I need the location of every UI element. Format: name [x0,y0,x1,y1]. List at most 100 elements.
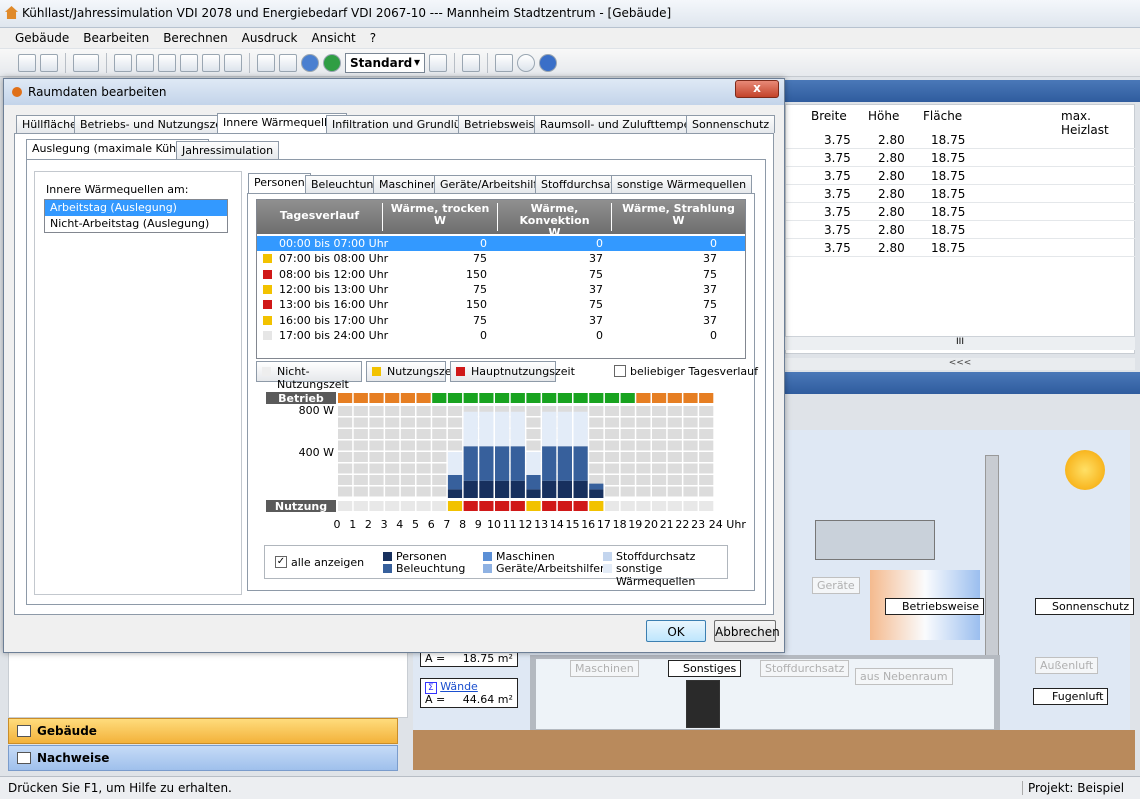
chip-sonstiges[interactable]: Sonstiges [668,660,742,677]
menu-berechnen[interactable]: Berechnen [156,28,234,48]
legend-swatch [483,552,492,561]
btn-nicht-nutzungszeit[interactable]: Nicht-Nutzungszeit [256,361,362,391]
grid-cell [652,486,667,497]
x-tick: 16 [581,518,595,531]
grid-cell [400,440,415,451]
schedule-row[interactable]: 12:00 bis 13:00 Uhr 75 37 37 [257,282,745,297]
ok-button[interactable]: OK [646,620,706,642]
copy-icon[interactable] [158,53,176,72]
page-icon[interactable] [136,53,154,72]
betrieb-cell [416,393,431,403]
day-type-list[interactable]: Arbeitstag (Auslegung) Nicht-Arbeitstag … [44,199,228,233]
nutzung-cell [699,501,714,511]
refresh-icon[interactable] [40,53,58,72]
grid-cell [416,417,431,428]
legend-label: Geräte/Arbeitshilfen [496,562,607,575]
table-cell: 2.80 [878,223,905,237]
grid-cell [432,406,447,416]
search-icon[interactable] [495,53,513,72]
globe-icon[interactable] [517,53,535,72]
table-cell: 2.80 [878,187,905,201]
btn-nutzungszeit[interactable]: Nutzungszeit [366,361,459,382]
chip-aussenluft[interactable]: Außenluft [1035,657,1099,674]
btn-hauptnutzungszeit[interactable]: Hauptnutzungszeit [450,361,575,382]
a-mode-icon[interactable] [301,53,319,72]
table-row[interactable]: 3.75 2.80 18.75 [786,221,1136,239]
schedule-row[interactable]: 00:00 bis 07:00 Uhr 0 0 0 [257,236,745,251]
menu-gebaeude[interactable]: Gebäude [8,28,76,48]
nav-nachweise[interactable]: Nachweise [8,745,398,771]
grid-cell [667,452,682,462]
schedule-row[interactable]: 16:00 bis 17:00 Uhr 75 37 37 [257,313,745,328]
betrieb-cell [557,393,572,403]
s-mode-icon[interactable] [323,53,341,72]
table-row[interactable]: 3.75 2.80 18.75 [786,239,1136,257]
schedule-row[interactable]: 13:00 bis 16:00 Uhr 150 75 75 [257,297,745,312]
grid-cell [432,429,447,439]
style-select[interactable]: Standard [345,52,425,73]
table-row[interactable]: 3.75 2.80 18.75 [786,203,1136,221]
table-row[interactable]: 3.75 2.80 18.75 [786,131,1136,149]
cancel-button[interactable]: Abbrechen [714,620,780,642]
chip-stoffdurchsatz[interactable]: Stoffdurchsatz [760,660,850,677]
walls-link[interactable]: Wände [440,680,478,693]
cell-konv: 37 [589,282,603,296]
chip-fugenluft[interactable]: Fugenluft [1033,688,1109,705]
list-item-arbeitstag[interactable]: Arbeitstag (Auslegung) [45,200,227,216]
table-cell: 2.80 [878,205,905,219]
print-icon[interactable] [462,53,480,72]
table-scrollbar[interactable]: III [785,336,1135,350]
bar-segment [479,480,494,498]
close-button[interactable]: x [735,80,779,98]
cell-strahl: 0 [710,328,717,342]
schedule-row[interactable]: 08:00 bis 12:00 Uhr 150 75 75 [257,267,745,282]
chip-betriebsweise[interactable]: Betriebsweise [885,598,985,615]
table-row[interactable]: 3.75 2.80 18.75 [786,167,1136,185]
chip-aus-nebenraum[interactable]: aus Nebenraum [855,668,953,685]
grid-cell [683,406,698,416]
betrieb-cell [589,393,604,403]
paste-icon[interactable] [180,53,198,72]
list-icon[interactable] [279,53,297,72]
table-row[interactable]: 3.75 2.80 18.75 [786,149,1136,167]
open-icon[interactable] [18,53,36,72]
chip-geraete[interactable]: Geräte [812,577,860,594]
menu-bearbeiten[interactable]: Bearbeiten [76,28,156,48]
schedule-row[interactable]: 07:00 bis 08:00 Uhr 75 37 37 [257,251,745,266]
edit-icon[interactable] [429,53,447,72]
tab-sonnenschutz[interactable]: Sonnenschutz [686,115,776,133]
custom-profile-checkbox[interactable] [614,365,626,377]
grid-cell [416,475,431,485]
tab-personen[interactable]: Personen [248,173,311,193]
export-icon[interactable] [257,53,275,72]
list-item-nicht-arbeitstag[interactable]: Nicht-Arbeitstag (Auslegung) [45,216,227,232]
menu-ansicht[interactable]: Ansicht [304,28,362,48]
grid-cell [667,486,682,497]
menu-help[interactable]: ? [363,28,383,48]
grid-cell [620,406,635,416]
splitter[interactable]: <<< [785,358,1135,370]
cell-trocken: 0 [480,328,487,342]
tab-huellflaeche[interactable]: Hüllfläche [16,115,83,133]
view-icon[interactable] [73,53,99,72]
duplicate-icon[interactable] [202,53,220,72]
table-cell: 3.75 [824,205,851,219]
nutzung-cell [416,501,431,511]
show-all-checkbox[interactable]: ✓ [275,556,287,568]
bar-segment [495,446,510,481]
nav-gebaeude[interactable]: Gebäude [8,718,398,744]
period-swatch [263,254,272,264]
cell-trocken: 0 [480,237,487,250]
schedule-row[interactable]: 17:00 bis 24:00 Uhr 0 0 0 [257,328,745,343]
table-row[interactable]: 3.75 2.80 18.75 [786,185,1136,203]
menu-ausdruck[interactable]: Ausdruck [235,28,305,48]
chip-sonnenschutz[interactable]: Sonnenschutz [1035,598,1135,615]
walls-box[interactable]: Σ Wände A = 44.64 m² [420,678,518,708]
subtab-jahressimulation[interactable]: Jahressimulation [176,141,280,159]
new-page-icon[interactable] [114,53,132,72]
help-icon[interactable] [539,53,557,72]
status-help: Drücken Sie F1, um Hilfe zu erhalten. [8,781,232,795]
delete-icon[interactable] [224,53,242,72]
chip-maschinen[interactable]: Maschinen [570,660,639,677]
tab-sonstige[interactable]: sonstige Wärmequellen [611,175,753,193]
